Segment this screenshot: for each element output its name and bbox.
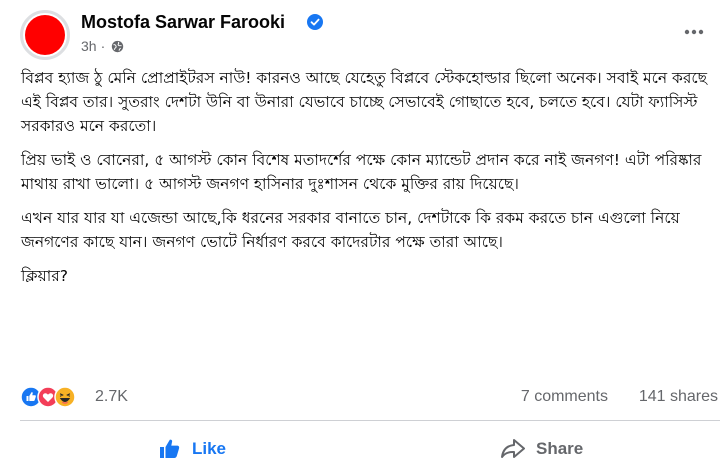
author-name[interactable]: Mostofa Sarwar Farooki	[81, 11, 285, 33]
post-paragraph: ক্লিয়ার?	[21, 267, 68, 285]
reaction-icons[interactable]	[20, 386, 100, 408]
post-time[interactable]: 3h	[81, 38, 97, 54]
share-arrow-icon	[501, 439, 525, 458]
post-content: বিপ্লব হ্যাজ ঠু মেনি প্রোপ্রাইটরস নাউ! ক…	[21, 66, 721, 298]
comments-count[interactable]: 7 comments	[521, 388, 608, 406]
meta-separator: ·	[100, 38, 106, 54]
verified-badge-icon	[307, 14, 323, 30]
globe-icon[interactable]	[111, 40, 124, 53]
post-paragraph: প্রিয় ভাই ও বোনেরা, ৫ আগস্ট কোন বিশেষ ম…	[21, 151, 702, 193]
more-options-icon[interactable]	[682, 20, 706, 44]
reactions-bar: 2.7K 7 comments 141 shares	[20, 386, 720, 410]
shares-count[interactable]: 141 shares	[639, 388, 718, 406]
facebook-post: Mostofa Sarwar Farooki 3h · বিপ্লব হ্যাজ …	[0, 0, 728, 473]
like-label: Like	[192, 439, 227, 458]
haha-reaction-icon	[54, 386, 76, 408]
post-paragraph: বিপ্লব হ্যাজ ঠু মেনি প্রোপ্রাইটরস নাউ! ক…	[21, 69, 708, 135]
post-header: Mostofa Sarwar Farooki 3h ·	[20, 10, 720, 60]
post-paragraph: এখন যার যার যা এজেন্ডা আছে,কি ধরনের সরকা…	[21, 209, 680, 251]
share-label: Share	[536, 439, 584, 458]
post-meta: 3h ·	[81, 37, 109, 55]
avatar-image	[25, 15, 65, 55]
thumbs-up-icon	[160, 439, 180, 458]
like-button[interactable]: Like	[158, 430, 226, 468]
author-avatar[interactable]	[20, 10, 70, 60]
reaction-count[interactable]: 2.7K	[95, 388, 128, 406]
actions-divider	[20, 420, 720, 421]
share-button[interactable]: Share	[500, 430, 583, 468]
